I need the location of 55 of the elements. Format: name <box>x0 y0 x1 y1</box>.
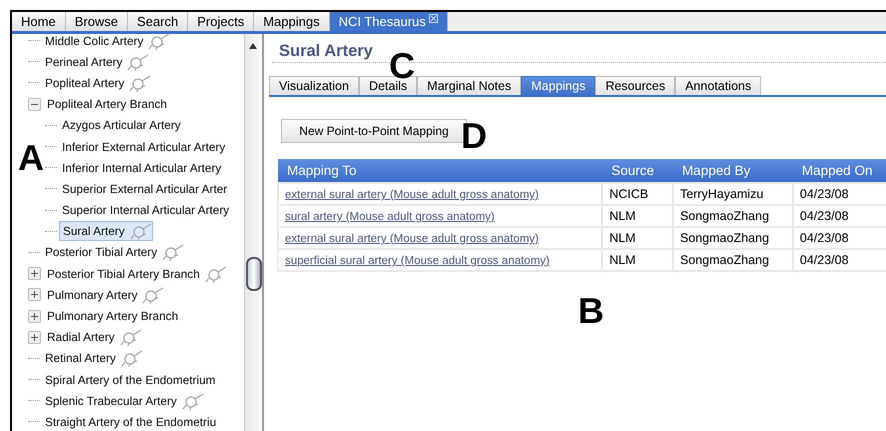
table-cell: NLM <box>602 249 674 271</box>
tab[interactable]: Mappings <box>521 76 596 95</box>
callout-letter: B <box>578 293 604 329</box>
tree-item[interactable]: Azygos Articular Artery <box>59 116 184 134</box>
nav-tab[interactable]: Browse <box>66 12 128 31</box>
tree-item[interactable]: Perineal Artery <box>42 52 150 71</box>
tree-item[interactable]: Posterior Tibial Artery <box>42 243 184 262</box>
scroll-up-icon[interactable] <box>248 42 258 50</box>
close-icon[interactable] <box>428 14 438 23</box>
tree-item[interactable]: Inferior External Articular Artery <box>59 138 228 156</box>
nav-tab[interactable]: Projects <box>188 12 254 31</box>
tree-item[interactable]: Pulmonary Artery Branch <box>44 307 182 326</box>
column-header: Mapped On <box>792 159 886 183</box>
tree-item[interactable]: Splenic Trabecular Artery <box>42 392 204 410</box>
expand-toggle[interactable] <box>28 330 41 344</box>
scrollbar[interactable] <box>244 34 262 431</box>
column-header: Mapping To <box>278 159 602 183</box>
table-cell: 04/23/08 <box>792 183 886 205</box>
column-header: Source <box>602 159 674 183</box>
table-cell: SongmaoZhang <box>673 205 793 227</box>
table-cell: NLM <box>602 227 674 249</box>
table-cell: TerryHayamizu <box>673 183 793 205</box>
concept-title: Sural Artery <box>279 42 374 62</box>
tree-item[interactable]: Popliteal Artery Branch <box>44 95 170 114</box>
table-cell: NLM <box>602 205 674 227</box>
tree-item[interactable]: Straight Artery of the Endometriu <box>42 412 220 431</box>
tree-item[interactable]: Posterior Tibial Artery Branch <box>44 264 227 283</box>
tree-item[interactable]: Popliteal Artery <box>42 74 152 92</box>
table-cell: SongmaoZhang <box>673 227 793 249</box>
tab[interactable]: Marginal Notes <box>417 76 522 95</box>
tree-item[interactable]: Middle Colic Artery <box>42 32 170 50</box>
tab[interactable]: Visualization <box>269 76 359 95</box>
tree-item[interactable]: Spiral Artery of the Endometrium <box>42 370 218 389</box>
column-header: Mapped By <box>673 159 793 183</box>
nav-tab[interactable]: Search <box>128 12 188 31</box>
tree-item[interactable]: Sural Artery <box>59 221 153 242</box>
expand-toggle[interactable] <box>28 288 41 302</box>
nav-tab[interactable]: Home <box>12 12 66 31</box>
callout-letter: A <box>18 140 44 176</box>
table-cell: NCICB <box>602 183 674 205</box>
nav-tab[interactable]: NCI Thesaurus <box>330 12 448 31</box>
tab[interactable]: Annotations <box>675 76 762 95</box>
tree-item[interactable]: Superior External Articular Arter <box>59 180 230 198</box>
tree-item[interactable]: Retinal Artery <box>42 349 143 368</box>
table-cell: SongmaoZhang <box>673 249 793 271</box>
nav-tab[interactable]: Mappings <box>254 12 330 31</box>
expand-toggle[interactable] <box>28 310 41 323</box>
tree-item[interactable]: Pulmonary Artery <box>44 286 164 304</box>
tree-item[interactable]: Radial Artery <box>44 328 142 346</box>
expand-toggle[interactable] <box>28 267 41 280</box>
collapse-toggle[interactable] <box>28 98 41 111</box>
tree-item[interactable]: Inferior Internal Articular Artery <box>59 158 224 177</box>
tab[interactable]: Resources <box>595 76 676 95</box>
tree-item[interactable]: Superior Internal Articular Artery <box>59 201 232 220</box>
scroll-thumb[interactable] <box>246 257 262 291</box>
